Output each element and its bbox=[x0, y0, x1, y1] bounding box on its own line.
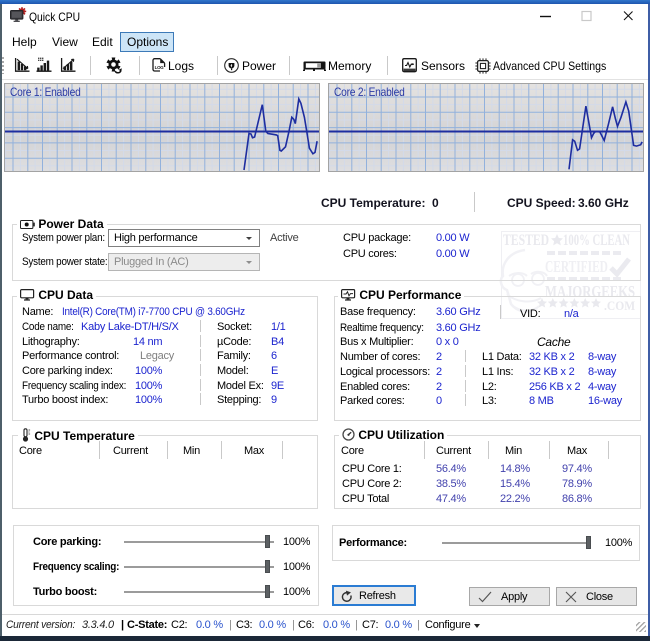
svg-text:LOG: LOG bbox=[155, 65, 165, 70]
